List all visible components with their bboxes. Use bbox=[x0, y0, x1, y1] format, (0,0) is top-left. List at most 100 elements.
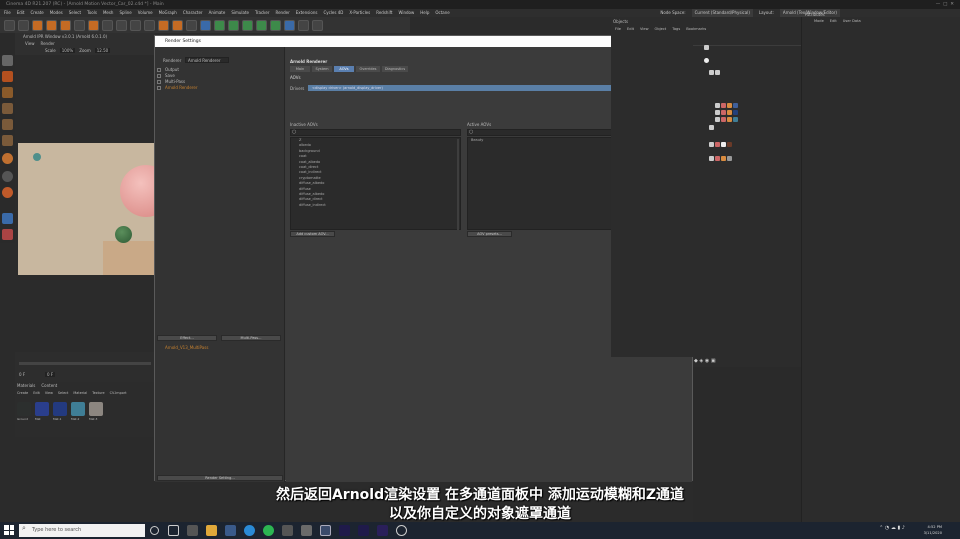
material-tag-blue-icon[interactable] bbox=[733, 110, 738, 115]
coordinate-system-icon[interactable] bbox=[144, 19, 155, 31]
system-tray-clock[interactable]: 4:52 PM 3/11/2020 bbox=[924, 524, 942, 536]
menu-item-character[interactable]: Character bbox=[183, 9, 203, 17]
menu-item-file[interactable]: File bbox=[4, 9, 11, 17]
live-select-icon[interactable] bbox=[74, 19, 85, 31]
materials-menu-item[interactable]: Select bbox=[58, 391, 68, 395]
lock-workplane-icon[interactable] bbox=[2, 229, 13, 240]
menu-item-help[interactable]: Help bbox=[420, 9, 429, 17]
objects-menu-item[interactable]: Bookmarks bbox=[686, 27, 706, 31]
null-icon[interactable] bbox=[704, 45, 709, 50]
spotify-icon[interactable] bbox=[263, 525, 274, 536]
material-tag-teal-icon[interactable] bbox=[733, 117, 738, 122]
after-effects-icon[interactable] bbox=[339, 525, 350, 536]
objects-tab[interactable]: Objects bbox=[613, 19, 628, 24]
light-icon[interactable] bbox=[298, 19, 309, 31]
menu-item-tools[interactable]: Tools bbox=[87, 9, 97, 17]
pen-icon[interactable] bbox=[214, 19, 225, 31]
layer-toolbar-icons[interactable]: ◆ ◈ ◉ ▣ bbox=[694, 358, 716, 364]
menu-item-tracker[interactable]: Tracker bbox=[255, 9, 269, 17]
window-controls[interactable]: — □ ✕ bbox=[936, 0, 954, 9]
cube-icon[interactable] bbox=[200, 19, 211, 31]
menu-item-simulate[interactable]: Simulate bbox=[231, 9, 249, 17]
texture-mode-icon[interactable] bbox=[2, 87, 13, 98]
menu-item-select[interactable]: Select bbox=[69, 9, 81, 17]
store-icon[interactable] bbox=[225, 525, 236, 536]
attributes-menu-item[interactable]: Mode bbox=[814, 19, 824, 23]
attributes-menu-item[interactable]: User Data bbox=[843, 19, 861, 23]
list-scrollbar[interactable] bbox=[457, 139, 459, 230]
cinema4d-icon[interactable] bbox=[320, 525, 331, 536]
objects-menu-item[interactable]: File bbox=[615, 27, 621, 31]
edge-icon[interactable] bbox=[244, 525, 255, 536]
objects-menu-item[interactable]: View bbox=[640, 27, 649, 31]
menu-item-spline[interactable]: Spline bbox=[119, 9, 131, 17]
inactive-aovs-list[interactable]: Zalbedo background coat coat_albedo coat_dir… bbox=[290, 137, 461, 230]
layer-icon[interactable] bbox=[709, 70, 714, 75]
attributes-menu-item[interactable]: Edit bbox=[830, 19, 837, 23]
checkbox-icon[interactable] bbox=[157, 80, 161, 84]
objects-menu-item[interactable]: Edit bbox=[627, 27, 634, 31]
render-view-icon[interactable] bbox=[158, 19, 169, 31]
drivers-field[interactable]: <display driver> (arnold_display_driver) bbox=[308, 85, 658, 91]
scale-value[interactable]: 100% bbox=[59, 48, 76, 53]
tab-diagnostics[interactable]: Diagnostics bbox=[382, 66, 408, 72]
phong-tag-icon[interactable] bbox=[715, 117, 720, 122]
material-swatch[interactable] bbox=[53, 402, 67, 416]
render-to-picture-viewer-icon[interactable] bbox=[172, 19, 183, 31]
array-icon[interactable] bbox=[242, 19, 253, 31]
app-icon[interactable] bbox=[282, 525, 293, 536]
menu-item-edit[interactable]: Edit bbox=[17, 9, 25, 17]
add-custom-aov-button[interactable]: Add custom AOV... bbox=[290, 231, 335, 237]
materials-menu-item[interactable]: CV-Import bbox=[110, 391, 127, 395]
timeline-ruler[interactable] bbox=[19, 362, 151, 365]
materials-menu-item[interactable]: Texture bbox=[92, 391, 104, 395]
objects-menu-item[interactable]: Object bbox=[655, 27, 667, 31]
ipr-render-view[interactable] bbox=[18, 143, 154, 275]
points-mode-icon[interactable] bbox=[2, 103, 13, 114]
tag-icon[interactable] bbox=[715, 70, 720, 75]
material-swatch[interactable] bbox=[89, 402, 103, 416]
light-tag-icon[interactable] bbox=[704, 58, 709, 63]
task-view-icon[interactable] bbox=[168, 525, 179, 536]
z-axis-icon[interactable] bbox=[130, 19, 141, 31]
renderer-dropdown[interactable]: Arnold Renderer bbox=[185, 57, 229, 63]
floor-icon[interactable] bbox=[270, 19, 281, 31]
checkbox-icon[interactable] bbox=[157, 86, 161, 90]
menu-item-cycles-4d[interactable]: Cycles 4D bbox=[323, 9, 343, 17]
premiere-icon[interactable] bbox=[377, 525, 388, 536]
polygons-mode-icon[interactable] bbox=[2, 135, 13, 146]
menu-item-render[interactable]: Render bbox=[275, 9, 289, 17]
arnold-tag-icon[interactable] bbox=[721, 103, 726, 108]
phong-tag-icon[interactable] bbox=[709, 125, 714, 130]
material-tag-brown-icon[interactable] bbox=[727, 142, 732, 147]
materials-menu-item[interactable]: Edit bbox=[33, 391, 40, 395]
time-field[interactable]: 0 F bbox=[45, 372, 56, 377]
material-swatch[interactable] bbox=[35, 402, 49, 416]
phong-tag-icon[interactable] bbox=[709, 156, 714, 161]
file-explorer-icon[interactable] bbox=[206, 525, 217, 536]
taskbar-app-icon[interactable] bbox=[187, 525, 198, 536]
taskbar-search-input[interactable]: Type here to search bbox=[19, 524, 145, 537]
menu-item-x-particles[interactable]: X-Particles bbox=[349, 9, 370, 17]
settings-tree-item[interactable]: Arnold Renderer bbox=[157, 85, 283, 91]
y-axis-icon[interactable] bbox=[116, 19, 127, 31]
x-axis-icon[interactable] bbox=[102, 19, 113, 31]
materials-tab[interactable]: Content bbox=[41, 383, 57, 388]
compositing-tag-icon[interactable] bbox=[721, 142, 726, 147]
node-space-dropdown[interactable]: Current (Standard/Physical) bbox=[691, 9, 753, 17]
menu-item-window[interactable]: Window bbox=[398, 9, 414, 17]
materials-menu-item[interactable]: Material bbox=[73, 391, 87, 395]
redo-icon[interactable] bbox=[18, 19, 29, 31]
materials-tab[interactable]: Materials bbox=[17, 383, 35, 388]
checkbox-icon[interactable] bbox=[157, 74, 161, 78]
ipr-menu-render[interactable]: Render bbox=[41, 41, 55, 46]
material-swatch[interactable] bbox=[71, 402, 85, 416]
material-tag-grey-icon[interactable] bbox=[727, 156, 732, 161]
material-tag-icon[interactable] bbox=[721, 156, 726, 161]
material-swatch[interactable] bbox=[17, 402, 31, 416]
inactive-aovs-search[interactable]: ○ bbox=[290, 129, 461, 136]
timeline[interactable]: 0 F 0 F bbox=[15, 352, 155, 382]
deformer-icon[interactable] bbox=[256, 19, 267, 31]
subdivision-icon[interactable] bbox=[228, 19, 239, 31]
snap-icon[interactable] bbox=[2, 171, 13, 182]
